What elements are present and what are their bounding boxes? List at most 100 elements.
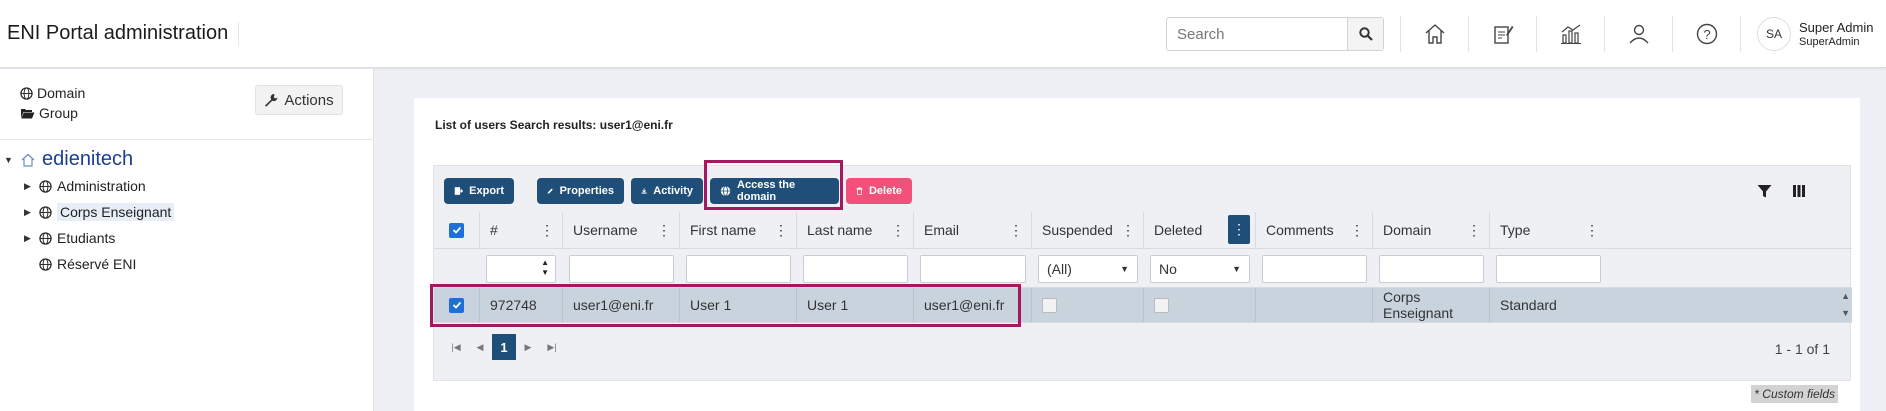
- home-button[interactable]: [1418, 18, 1452, 50]
- actions-label: Actions: [284, 91, 334, 109]
- column-header-label: Type: [1500, 222, 1531, 238]
- help-button[interactable]: ?: [1690, 18, 1724, 50]
- column-menu-icon[interactable]: ⋮: [540, 222, 554, 239]
- delete-label: Delete: [868, 185, 902, 197]
- column-menu-icon[interactable]: ⋮: [1585, 222, 1599, 239]
- suspended-filter-select[interactable]: (All) ▼: [1038, 255, 1138, 283]
- column-menu-icon[interactable]: ⋮: [774, 222, 788, 239]
- cell-id: 972748: [480, 288, 563, 322]
- column-header-comments[interactable]: Comments ⋮: [1256, 212, 1373, 248]
- prev-page-icon[interactable]: ◀: [468, 334, 492, 360]
- delete-button[interactable]: Delete: [846, 178, 912, 204]
- scroll-down-icon[interactable]: ▼: [1841, 308, 1850, 318]
- column-header-last-name[interactable]: Last name ⋮: [797, 212, 914, 248]
- app-title: ENI Portal administration: [7, 22, 229, 44]
- columns-button[interactable]: [1792, 184, 1806, 201]
- group-link[interactable]: Group: [20, 105, 78, 121]
- pager-info: 1 - 1 of 1: [1774, 341, 1830, 357]
- collapse-icon[interactable]: ▼: [4, 155, 14, 165]
- properties-button[interactable]: Properties: [537, 178, 624, 204]
- last-name-filter-input[interactable]: [803, 255, 908, 283]
- id-filter-input[interactable]: ▲ ▼: [486, 255, 556, 283]
- access-domain-button[interactable]: Access the domain: [710, 178, 839, 204]
- column-header-label: Email: [924, 222, 960, 238]
- actions-button[interactable]: Actions: [255, 85, 343, 115]
- row-checkbox[interactable]: [449, 297, 464, 313]
- type-filter-input[interactable]: [1496, 255, 1601, 283]
- cell-deleted: [1144, 288, 1256, 322]
- deleted-filter-select[interactable]: No ▼: [1150, 255, 1250, 283]
- column-header-id[interactable]: # ⋮: [480, 212, 563, 248]
- last-page-icon[interactable]: ▶|: [540, 334, 564, 360]
- tree-item-corps-enseignant[interactable]: ▶ Corps Enseignant: [24, 201, 175, 223]
- title-prefix: List of users Search results:: [435, 118, 600, 132]
- column-header-first-name[interactable]: First name ⋮: [680, 212, 797, 248]
- first-page-icon[interactable]: |◀: [444, 334, 468, 360]
- column-header-suspended[interactable]: Suspended ⋮: [1032, 212, 1144, 248]
- filter-button[interactable]: [1757, 184, 1772, 202]
- access-domain-label: Access the domain: [737, 179, 796, 203]
- column-header-username[interactable]: Username ⋮: [563, 212, 680, 248]
- avatar[interactable]: SA: [1757, 17, 1791, 51]
- tree-item-etudiants[interactable]: ▶ Etudiants: [24, 227, 115, 249]
- pencil-icon: [547, 188, 553, 194]
- top-header: ENI Portal administration ? SA Super Adm…: [0, 0, 1886, 68]
- column-menu-icon[interactable]: ⋮: [1467, 222, 1481, 239]
- column-header-email[interactable]: Email ⋮: [914, 212, 1032, 248]
- expand-icon[interactable]: ▶: [24, 181, 34, 192]
- spinner-icon[interactable]: ▲ ▼: [541, 258, 549, 278]
- profile-button[interactable]: [1622, 18, 1656, 50]
- tree-item-label: Administration: [57, 178, 146, 194]
- wrench-icon: [265, 94, 278, 107]
- export-button[interactable]: Export: [444, 178, 514, 204]
- column-header-deleted[interactable]: Deleted ⋮: [1144, 212, 1256, 248]
- deleted-checkbox[interactable]: [1154, 297, 1169, 313]
- help-icon: ?: [1696, 23, 1718, 45]
- comments-filter-input[interactable]: [1262, 255, 1367, 283]
- tree-item-administration[interactable]: ▶ Administration: [24, 175, 146, 197]
- column-header-label: Username: [573, 222, 638, 238]
- scroll-up-icon[interactable]: ▲: [1841, 291, 1850, 301]
- tree-item-label: Corps Enseignant: [57, 203, 175, 221]
- expand-icon[interactable]: ▶: [24, 207, 34, 218]
- column-menu-icon[interactable]: ⋮: [1121, 222, 1135, 239]
- edit-button[interactable]: [1486, 18, 1520, 50]
- page-button-current[interactable]: 1: [492, 334, 516, 360]
- email-filter-input[interactable]: [920, 255, 1026, 283]
- search-button[interactable]: [1347, 18, 1383, 50]
- username-filter-input[interactable]: [569, 255, 674, 283]
- column-menu-icon[interactable]: ⋮: [1350, 222, 1364, 239]
- panel-divider: [0, 139, 374, 140]
- tree-item-reserve-eni[interactable]: Réservé ENI: [24, 253, 136, 275]
- column-menu-icon[interactable]: ⋮: [1228, 215, 1250, 244]
- activity-button[interactable]: Activity: [631, 178, 703, 204]
- expand-icon[interactable]: ▶: [24, 233, 34, 244]
- user-name: Super Admin: [1799, 20, 1874, 35]
- search-input[interactable]: [1167, 18, 1347, 50]
- suspended-checkbox[interactable]: [1042, 297, 1057, 313]
- deleted-filter-value: No: [1159, 261, 1177, 277]
- select-all-checkbox[interactable]: [449, 222, 464, 238]
- column-menu-icon[interactable]: ⋮: [891, 222, 905, 239]
- cell-username: user1@eni.fr: [563, 288, 680, 322]
- cell-suspended: [1032, 288, 1144, 322]
- tree-item-label: Etudiants: [57, 230, 116, 246]
- column-menu-icon[interactable]: ⋮: [657, 222, 671, 239]
- users-grid: Export Properties Activity Access the do…: [430, 160, 1852, 381]
- cell-type: Standard: [1500, 297, 1557, 313]
- domain-filter-input[interactable]: [1379, 255, 1484, 283]
- domain-link[interactable]: Domain: [20, 85, 85, 101]
- reports-button[interactable]: [1554, 18, 1588, 50]
- next-page-icon[interactable]: ▶: [516, 334, 540, 360]
- home-icon: [21, 153, 35, 167]
- header-divider: [238, 22, 239, 46]
- chevron-down-icon: ▼: [1232, 264, 1241, 274]
- first-name-filter-input[interactable]: [686, 255, 791, 283]
- table-row[interactable]: 972748 user1@eni.fr User 1 User 1 user1@…: [434, 287, 1852, 323]
- header-divider: [1400, 16, 1401, 52]
- row-select-cell: [434, 288, 480, 322]
- column-menu-icon[interactable]: ⋮: [1009, 222, 1023, 239]
- column-header-domain[interactable]: Domain ⋮: [1373, 212, 1490, 248]
- tree-root[interactable]: ▼ edienitech: [4, 148, 133, 171]
- column-header-type[interactable]: Type ⋮: [1490, 212, 1607, 248]
